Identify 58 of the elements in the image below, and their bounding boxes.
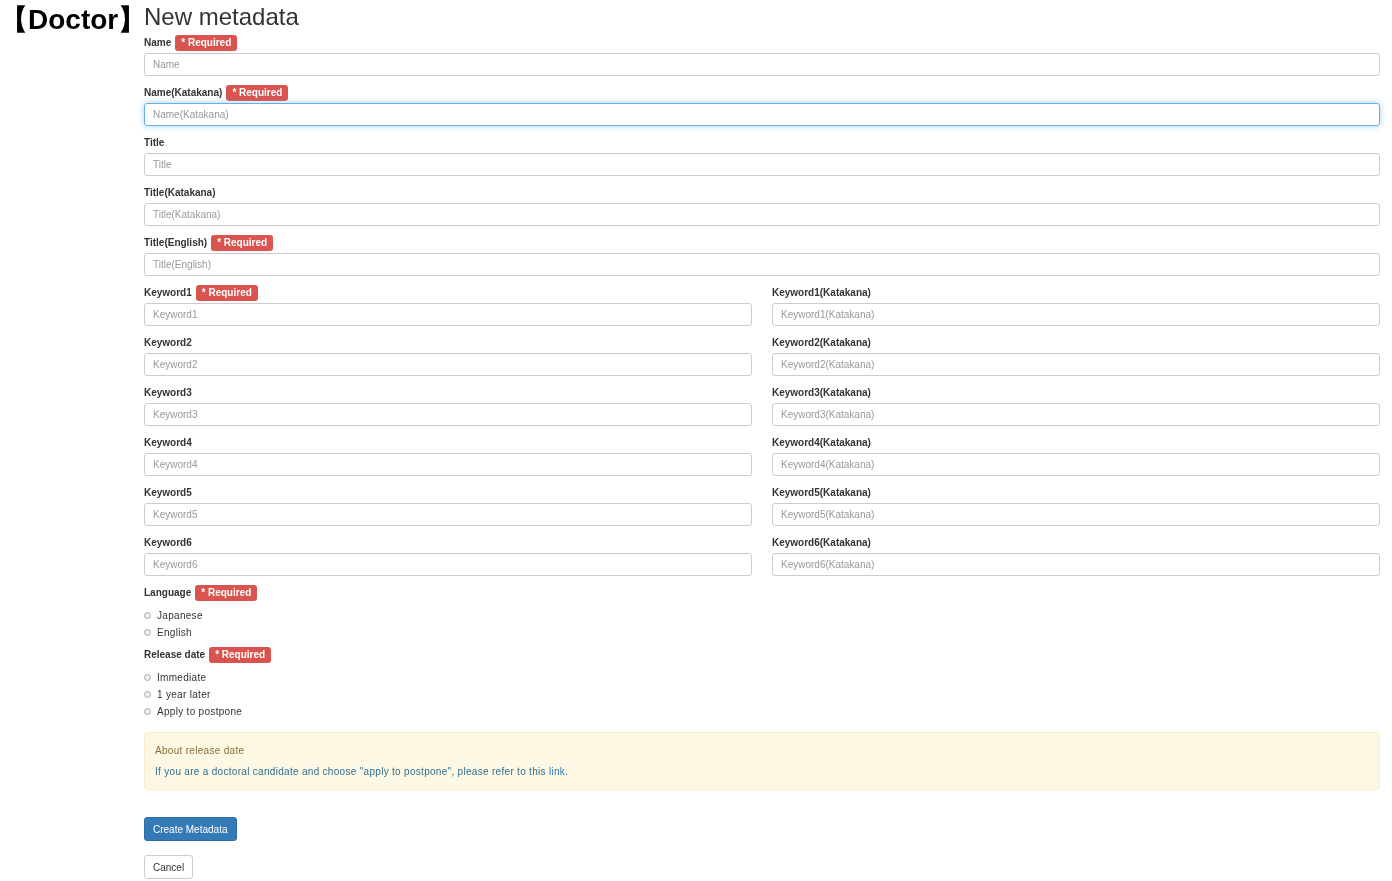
text-field[interactable]: Title(English)	[144, 253, 1380, 276]
text-field[interactable]: Keyword4	[144, 453, 752, 476]
radio-label: Apply to postpone	[157, 705, 243, 719]
text-field[interactable]: Keyword1	[144, 303, 752, 326]
field-label: Keyword5	[144, 486, 192, 500]
text-field[interactable]: Keyword6	[144, 553, 752, 576]
field-label: Name(Katakana)	[144, 86, 223, 100]
text-field[interactable]: Keyword2(Katakana)	[772, 353, 1380, 376]
field-label: Keyword3(Katakana)	[772, 386, 871, 400]
text-field[interactable]: Keyword3(Katakana)	[772, 403, 1380, 426]
required-badge: * Required	[175, 34, 238, 51]
required-badge: * Required	[195, 584, 258, 601]
required-badge: * Required	[226, 84, 289, 101]
radio-label: 1 year later	[157, 688, 211, 702]
field-label: Keyword3	[144, 386, 192, 400]
field-label: Keyword4(Katakana)	[772, 436, 871, 450]
text-field[interactable]: Name	[144, 53, 1380, 76]
radio-label: Immediate	[157, 671, 207, 685]
field-label: Keyword1	[144, 286, 192, 300]
radio-label: Japanese	[157, 609, 203, 623]
text-field[interactable]: Keyword1(Katakana)	[772, 303, 1380, 326]
text-field[interactable]: Keyword5	[144, 503, 752, 526]
field-label: Keyword6	[144, 536, 192, 550]
field-label: Keyword2	[144, 336, 192, 350]
radio-button[interactable]	[144, 612, 151, 619]
text-field[interactable]: Keyword4(Katakana)	[772, 453, 1380, 476]
field-label: Title(Katakana)	[144, 186, 216, 200]
radio-label: English	[157, 626, 192, 640]
field-label: Keyword1(Katakana)	[772, 286, 871, 300]
notice-title: About release date	[155, 744, 245, 758]
required-badge: * Required	[209, 646, 272, 663]
text-field[interactable]: Name(Katakana)	[144, 103, 1380, 126]
field-label: Keyword5(Katakana)	[772, 486, 871, 500]
field-label: Title(English)	[144, 236, 208, 250]
text-field[interactable]: Keyword2	[144, 353, 752, 376]
notice-text: If you are a doctoral candidate and choose "apply to postpone", please refer to this link.	[155, 765, 569, 779]
create-button[interactable]: Create Metadata	[144, 817, 237, 841]
field-label: Release date	[144, 648, 206, 662]
field-label: Keyword4	[144, 436, 192, 450]
field-label: Title	[144, 136, 165, 150]
text-field[interactable]: Keyword6(Katakana)	[772, 553, 1380, 576]
text-field[interactable]: Title(Katakana)	[144, 203, 1380, 226]
text-field[interactable]: Title	[144, 153, 1380, 176]
required-badge: * Required	[195, 284, 258, 301]
brand-logo: 【Doctor】	[0, 3, 147, 37]
radio-button[interactable]	[144, 674, 151, 681]
field-label: Keyword2(Katakana)	[772, 336, 871, 350]
field-label: Name	[144, 36, 172, 50]
radio-button[interactable]	[144, 691, 151, 698]
field-label: Language	[144, 586, 192, 600]
cancel-button[interactable]: Cancel	[144, 855, 194, 879]
text-field[interactable]: Keyword3	[144, 403, 752, 426]
field-label: Keyword6(Katakana)	[772, 536, 871, 550]
text-field[interactable]: Keyword5(Katakana)	[772, 503, 1380, 526]
page-title: New metadata	[144, 2, 299, 32]
required-badge: * Required	[211, 234, 274, 251]
radio-button[interactable]	[144, 708, 151, 715]
radio-button[interactable]	[144, 629, 151, 636]
